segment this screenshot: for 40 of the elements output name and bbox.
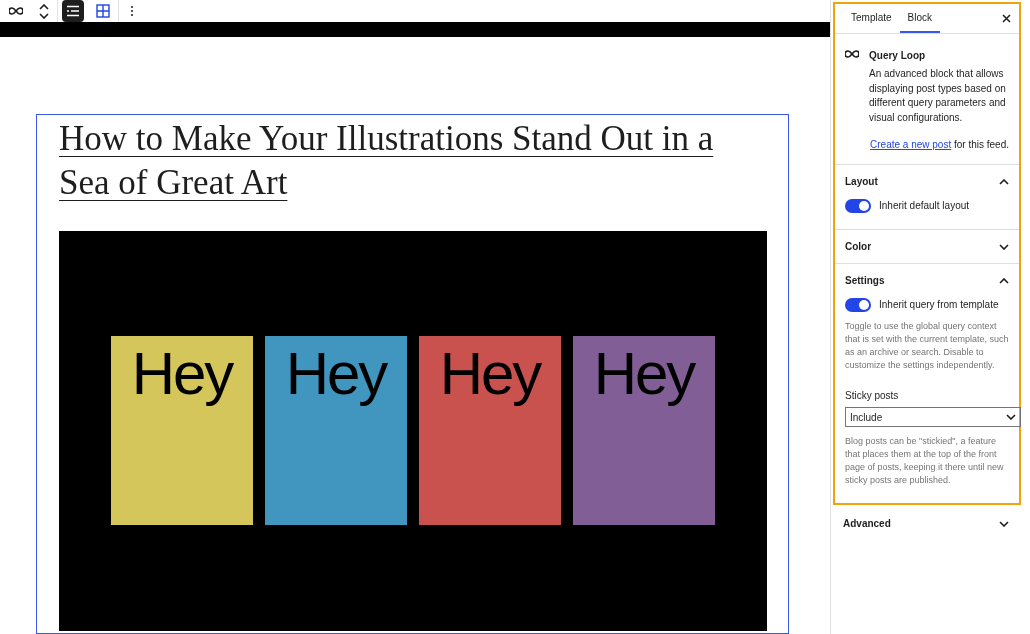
sidebar-tab[interactable]: Template — [843, 4, 900, 33]
toggle-switch[interactable] — [845, 198, 871, 213]
loop-icon — [8, 7, 23, 15]
card-text: Hey — [131, 339, 233, 409]
select-label: Sticky posts — [845, 389, 900, 403]
block-name: Query Loop — [869, 49, 927, 63]
close-icon — [1002, 14, 1011, 23]
sidebar-tab[interactable]: Block — [899, 4, 941, 33]
chevron-up-icon — [38, 3, 49, 10]
close-button[interactable] — [1002, 14, 1011, 23]
card-text: Hey — [439, 339, 541, 409]
chevron-up-icon — [999, 277, 1009, 284]
card-text: Hey — [285, 339, 387, 409]
list-view-icon — [66, 5, 80, 17]
create-post-link[interactable]: Create a new post — [870, 139, 952, 150]
post-title-link[interactable]: How to Make Your Illustrations Stand Out in a Sea of Great Art — [59, 117, 759, 205]
block-type-button[interactable] — [8, 7, 23, 15]
chevron-down-icon — [999, 520, 1009, 527]
toggle-switch[interactable] — [845, 297, 871, 312]
panel-header[interactable]: Advanced — [843, 507, 1009, 540]
move-button[interactable] — [38, 3, 49, 19]
panel-header[interactable]: Layout — [845, 165, 1009, 198]
panel-header[interactable]: Color — [845, 230, 1009, 263]
toggle-label: Inherit default layout — [879, 199, 970, 213]
chevron-down-icon — [38, 12, 49, 19]
block-description: An advanced block that allows displaying post types based on different query parameters and visual configurations. — [869, 67, 1007, 125]
chevron-down-icon — [1006, 414, 1016, 420]
post-block[interactable]: How to Make Your Illustrations Stand Out in a Sea of Great Art Hey Hey Hey Hey — [36, 114, 789, 634]
loop-icon — [845, 50, 859, 58]
help-text: Blog posts can be "stickied", a feature that places them at the top of the front page of posts, keeping it there until new sticky posts are published. — [845, 435, 1005, 487]
list-view-button[interactable] — [62, 0, 84, 22]
grid-icon — [96, 4, 110, 18]
help-text: Toggle to use the global query context that is set with the current template, such as an archive or search. Disable to customize the settings independently. — [845, 320, 1009, 372]
chevron-up-icon — [999, 178, 1009, 185]
create-post-text: Create a new post for this feed. — [869, 138, 1009, 152]
chevron-down-icon — [999, 243, 1009, 250]
card-text: Hey — [593, 339, 695, 409]
toggle-label: Inherit query from template — [879, 298, 999, 312]
panel-header[interactable]: Settings — [845, 264, 1009, 297]
sticky-posts-select[interactable]: Include — [845, 407, 1021, 427]
